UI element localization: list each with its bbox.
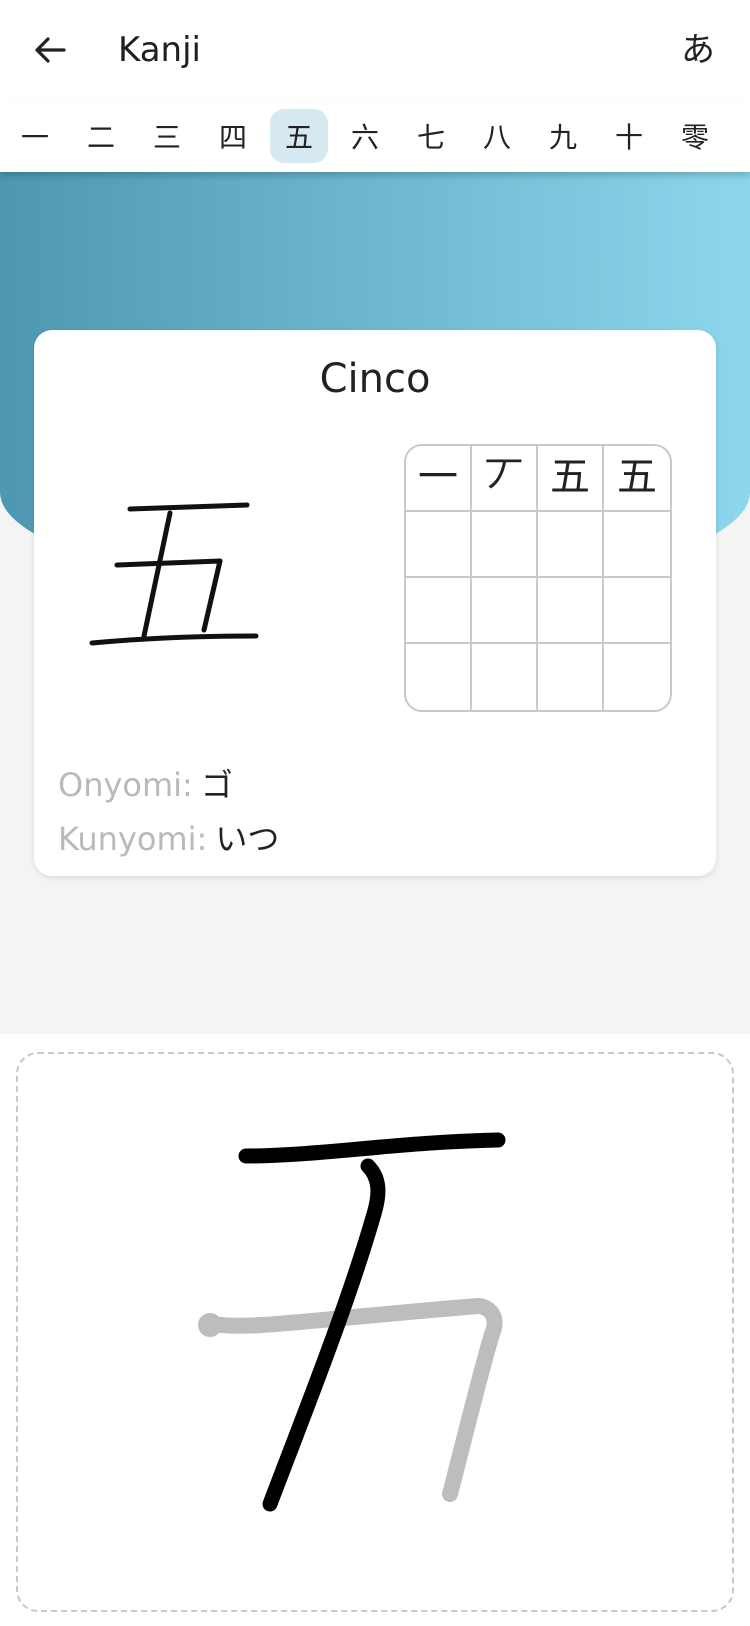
tab-kanji-3[interactable]: 三 [138,109,196,163]
drawn-stroke-1 [238,1132,506,1164]
stroke-order-cell: 五 [604,446,670,512]
kanji-card: Cinco 一丆五五 Onyomi: ゴ Kunyomi: いつ [34,330,716,876]
stroke-order-cell [538,578,604,644]
stroke-order-cell: 五 [538,446,604,512]
kanji-tabs: 一二三四五六七八九十零 [0,100,750,172]
tab-kanji-2[interactable]: 二 [72,109,130,163]
kana-toggle-button[interactable]: あ [668,22,728,78]
stroke-order-cell [604,512,670,578]
tab-kanji-9[interactable]: 九 [534,109,592,163]
stroke-order-cell [406,512,472,578]
stroke-order-cell: 一 [406,446,472,512]
stroke-order-cell [538,512,604,578]
stroke-order-grid: 一丆五五 [404,444,672,712]
tab-kanji-10[interactable]: 十 [600,109,658,163]
arrow-left-icon [35,37,66,63]
drawing-canvas[interactable] [16,1052,734,1612]
onyomi-reading: Onyomi: ゴ [58,760,233,806]
tab-kanji-4[interactable]: 四 [204,109,262,163]
tab-kanji-1[interactable]: 一 [6,109,64,163]
guide-stroke [206,1298,503,1502]
guide-stroke-start [198,1313,222,1337]
stroke-order-cell [472,578,538,644]
onyomi-value: ゴ [200,766,233,804]
kunyomi-reading: Kunyomi: いつ [58,814,279,860]
drawing-strokes [198,1132,506,1512]
stroke-order-cell [406,644,472,710]
kanji-meaning: Cinco [319,356,431,402]
page-title: Kanji [118,30,201,70]
drawing-panel [0,1034,750,1626]
stroke-order-cell [472,644,538,710]
back-button[interactable] [22,24,78,76]
tab-kanji-6[interactable]: 六 [336,109,394,163]
onyomi-label: Onyomi: [58,766,193,804]
drawn-stroke-2 [262,1158,386,1512]
stroke-order-cell: 丆 [472,446,538,512]
stroke-order-cell [406,578,472,644]
stroke-order-cell [472,512,538,578]
tab-kanji-11[interactable]: 零 [666,109,724,163]
tab-kanji-8[interactable]: 八 [468,109,526,163]
kanji-large [89,502,259,646]
stroke-order-cell [538,644,604,710]
tab-kanji-5[interactable]: 五 [270,109,328,163]
kunyomi-value: いつ [215,820,280,858]
app-bar: Kanji あ [0,0,750,100]
tab-kanji-7[interactable]: 七 [402,109,460,163]
kunyomi-label: Kunyomi: [58,820,208,858]
stroke-order-cell [604,578,670,644]
stroke-order-cell [604,644,670,710]
